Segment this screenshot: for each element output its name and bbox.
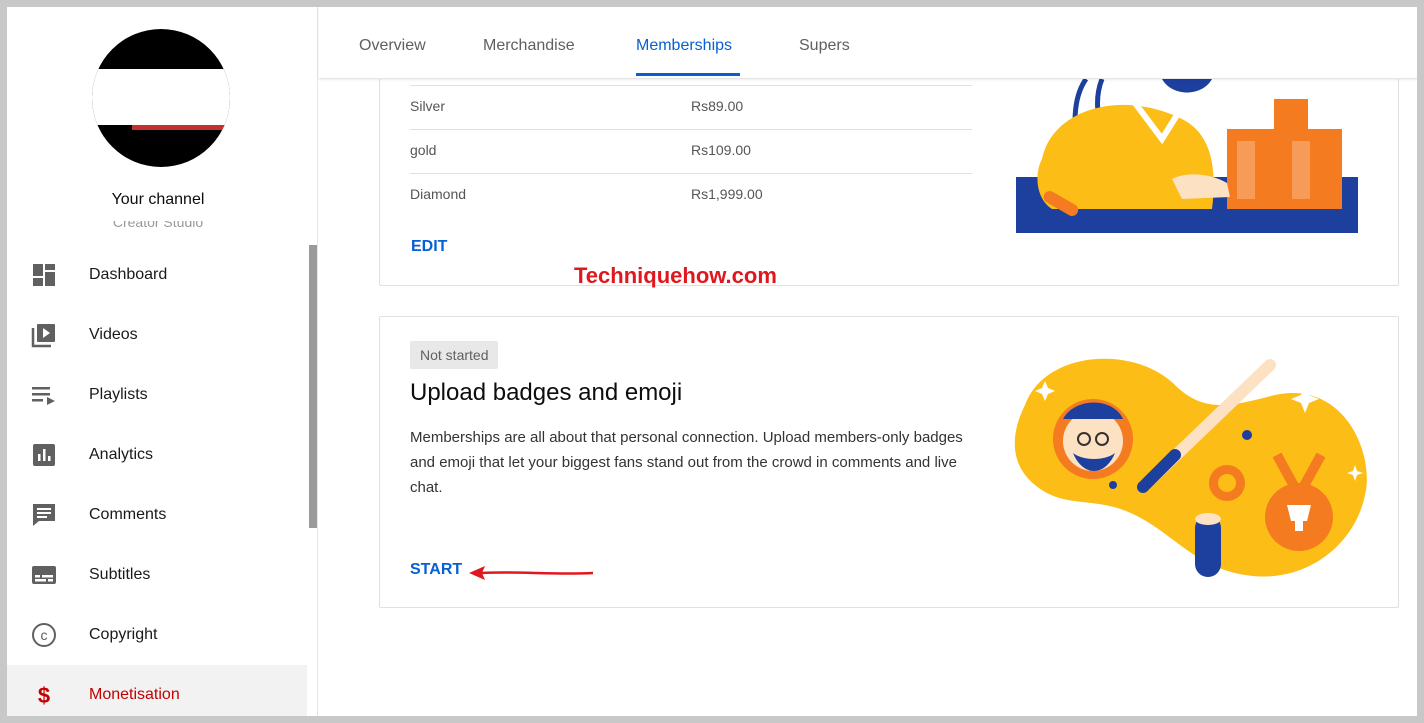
sidebar-item-playlists[interactable]: Playlists bbox=[7, 365, 307, 425]
svg-text:$: $ bbox=[38, 683, 50, 708]
playlists-icon bbox=[31, 382, 57, 408]
sidebar-item-label: Copyright bbox=[89, 626, 158, 643]
tab-memberships[interactable]: Memberships bbox=[636, 37, 732, 55]
sidebar-item-videos[interactable]: Videos bbox=[7, 305, 307, 365]
sidebar-item-label: Dashboard bbox=[89, 266, 168, 283]
analytics-icon bbox=[31, 442, 57, 468]
sidebar-item-label: Subtitles bbox=[89, 566, 151, 583]
tier-row: gold Rs109.00 bbox=[410, 129, 972, 173]
memberships-illustration bbox=[1016, 79, 1358, 233]
tier-name: gold bbox=[410, 142, 437, 158]
channel-subtitle: Creator Studio bbox=[112, 221, 204, 230]
channel-avatar[interactable] bbox=[92, 29, 230, 167]
videos-icon bbox=[31, 322, 57, 348]
card-title: Upload badges and emoji bbox=[410, 379, 683, 406]
tab-merchandise[interactable]: Merchandise bbox=[483, 37, 575, 55]
edit-button[interactable]: EDIT bbox=[411, 238, 447, 256]
dashboard-icon bbox=[31, 262, 57, 288]
card-description: Memberships are all about that personal … bbox=[410, 429, 963, 496]
tab-overview[interactable]: Overview bbox=[359, 37, 426, 55]
tier-row: Silver Rs89.00 bbox=[410, 85, 972, 129]
sidebar-item-copyright[interactable]: c Copyright bbox=[7, 605, 307, 665]
copyright-icon: c bbox=[31, 622, 57, 648]
sidebar-nav: Dashboard Videos Playlists Analytics Com… bbox=[7, 245, 307, 716]
sidebar-scrollbar[interactable] bbox=[309, 245, 317, 528]
dollar-icon: $ bbox=[31, 682, 57, 708]
tab-bar: Overview Merchandise Memberships Supers bbox=[319, 7, 1417, 79]
start-button[interactable]: START bbox=[410, 561, 462, 579]
sidebar-item-label: Comments bbox=[89, 506, 167, 523]
tier-price: Rs109.00 bbox=[691, 142, 751, 158]
badges-illustration bbox=[1014, 358, 1367, 577]
sidebar-item-label: Analytics bbox=[89, 446, 154, 463]
sidebar-item-dashboard[interactable]: Dashboard bbox=[7, 245, 307, 305]
status-badge: Not started bbox=[410, 341, 499, 369]
tier-price: Rs89.00 bbox=[691, 98, 744, 114]
tier-price: Rs1,999.00 bbox=[691, 186, 763, 202]
active-tab-indicator bbox=[636, 73, 740, 76]
sidebar-item-label: Playlists bbox=[89, 386, 148, 403]
sidebar-item-label: Monetisation bbox=[89, 686, 180, 703]
tier-name: Silver bbox=[410, 98, 446, 114]
sidebar-item-subtitles[interactable]: Subtitles bbox=[7, 545, 307, 605]
sidebar-item-monetisation[interactable]: $ Monetisation bbox=[7, 665, 307, 716]
tier-name: Diamond bbox=[410, 186, 467, 202]
watermark-text: Techniquehow.com bbox=[574, 263, 777, 288]
channel-name: Your channel bbox=[111, 191, 205, 208]
subtitles-icon bbox=[31, 562, 57, 588]
svg-text:c: c bbox=[41, 627, 48, 643]
app-window: Your channel Creator Studio Dashboard Vi… bbox=[7, 7, 1417, 716]
sidebar-item-analytics[interactable]: Analytics bbox=[7, 425, 307, 485]
sidebar: Your channel Creator Studio Dashboard Vi… bbox=[7, 7, 318, 716]
sidebar-item-label: Videos bbox=[89, 326, 138, 343]
annotation-arrow bbox=[469, 566, 594, 580]
comments-icon bbox=[31, 502, 57, 528]
sidebar-item-comments[interactable]: Comments bbox=[7, 485, 307, 545]
tab-supers[interactable]: Supers bbox=[799, 37, 850, 55]
